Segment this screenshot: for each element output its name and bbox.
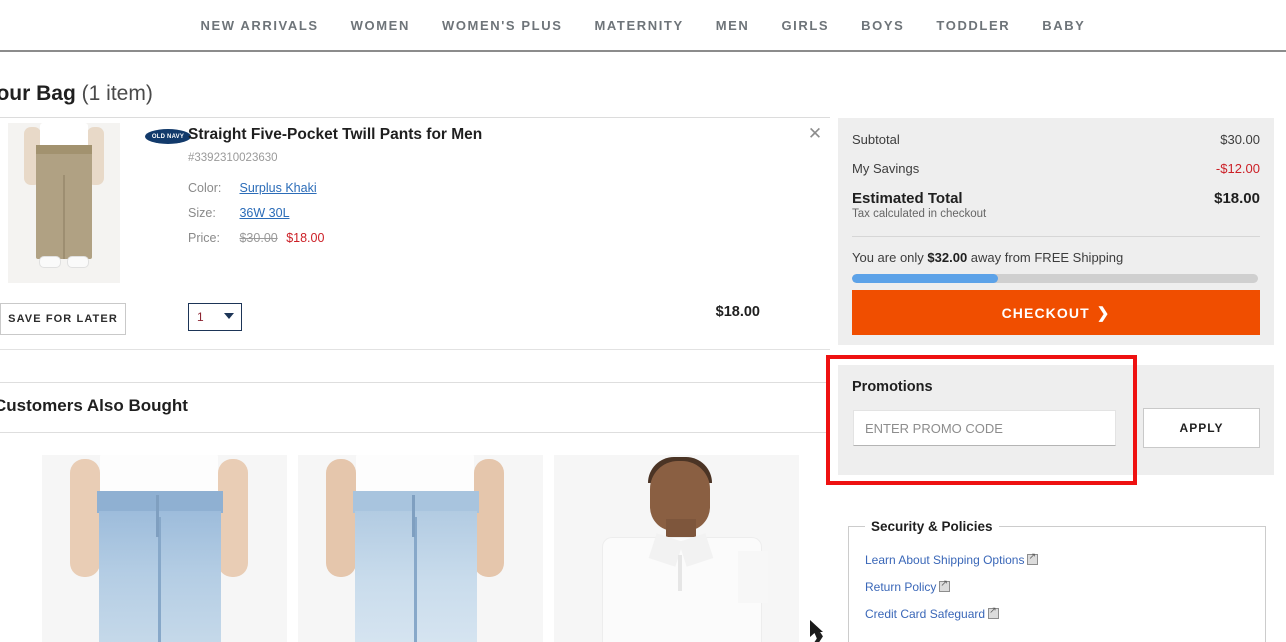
size-value-link[interactable]: 36W 30L <box>239 206 289 220</box>
model-arm-right <box>474 459 504 577</box>
summary-row-savings: My Savings -$12.00 <box>852 161 1260 176</box>
nav-item-boys[interactable]: BOYS <box>845 18 920 33</box>
bag-item-row: SAVE FOR LATER OLD NAVY Straight Five-Po… <box>0 118 830 350</box>
summary-row-total: Estimated Total $18.00 <box>852 190 1260 207</box>
estimated-total-value: $18.00 <box>1214 190 1260 207</box>
jeans-fly <box>156 495 159 537</box>
jeans-fly <box>412 495 415 537</box>
polo-sleeve <box>738 551 768 603</box>
free-shipping-message: You are only $32.00 away from FREE Shipp… <box>852 250 1260 265</box>
shipping-msg-amount: $32.00 <box>927 250 968 265</box>
shipping-options-label: Learn About Shipping Options <box>865 553 1025 567</box>
nav-item-womens-plus[interactable]: WOMEN'S PLUS <box>426 18 579 33</box>
recommendation-card[interactable] <box>554 455 799 642</box>
brand-logo-text: OLD NAVY <box>151 133 185 140</box>
subtotal-value: $30.00 <box>1220 132 1260 147</box>
summary-row-subtotal: Subtotal $30.00 <box>852 132 1260 147</box>
nav-item-maternity[interactable]: MATERNITY <box>578 18 699 33</box>
shipping-msg-pre: You are only <box>852 250 928 265</box>
estimated-total-label: Estimated Total <box>852 190 963 207</box>
save-for-later-button[interactable]: SAVE FOR LATER <box>0 303 126 335</box>
nav-item-baby[interactable]: BABY <box>1026 18 1101 33</box>
price-original: $30.00 <box>239 231 278 245</box>
subtotal-label: Subtotal <box>852 132 900 147</box>
page-title-item-count: (1 item) <box>81 82 153 105</box>
page-title-text: Your Bag <box>0 82 76 105</box>
product-price-row: Price: $30.00 $18.00 <box>188 231 324 245</box>
price-sale: $18.00 <box>286 231 325 245</box>
nav-item-women[interactable]: WOMEN <box>335 18 426 33</box>
also-bought-divider-bottom <box>0 432 830 433</box>
quantity-value: 1 <box>197 310 204 324</box>
tax-note: Tax calculated in checkout <box>852 208 987 220</box>
product-thumbnail[interactable] <box>8 123 120 283</box>
nav-item-girls[interactable]: GIRLS <box>765 18 845 33</box>
recommendation-card[interactable] <box>298 455 543 642</box>
chevron-right-icon: ❯ <box>1096 304 1111 322</box>
return-policy-label: Return Policy <box>865 580 937 594</box>
product-color-row: Color: Surplus Khaki <box>188 181 317 195</box>
shipping-msg-post: away from FREE Shipping <box>967 250 1124 265</box>
promo-code-input[interactable] <box>853 410 1116 446</box>
jeans-waistband <box>97 491 223 513</box>
old-navy-logo-icon: OLD NAVY <box>145 129 191 144</box>
free-shipping-progress-bar <box>852 274 1258 283</box>
credit-card-safeguard-label: Credit Card Safeguard <box>865 607 986 621</box>
nav-item-toddler[interactable]: TODDLER <box>920 18 1026 33</box>
page-title: Your Bag (1 item) <box>0 82 153 106</box>
model-arm-right <box>218 459 248 577</box>
link-return-policy[interactable]: Return Policy <box>865 578 1249 594</box>
chevron-down-icon <box>224 313 234 319</box>
external-link-icon <box>939 578 951 592</box>
size-label: Size: <box>188 206 216 220</box>
carousel-next-arrow-icon[interactable]: ❯ <box>810 625 832 642</box>
primary-navigation: NEW ARRIVALS WOMEN WOMEN'S PLUS MATERNIT… <box>0 0 1286 52</box>
savings-label: My Savings <box>852 161 920 176</box>
summary-divider <box>852 236 1260 237</box>
savings-value: -$12.00 <box>1215 161 1260 176</box>
external-link-icon <box>1027 551 1039 565</box>
also-bought-carousel <box>0 455 830 642</box>
security-policies-section: Security & Policies Learn About Shipping… <box>848 519 1266 642</box>
jeans-legs <box>99 511 221 642</box>
apply-promo-button[interactable]: APPLY <box>1143 408 1260 448</box>
color-value-link[interactable]: Surplus Khaki <box>239 181 316 195</box>
promotions-title: Promotions <box>852 379 933 395</box>
thumbnail-waistband <box>36 145 92 154</box>
product-size-row: Size: 36W 30L <box>188 206 290 220</box>
security-policies-legend: Security & Policies <box>871 519 993 534</box>
price-label: Price: <box>188 231 220 245</box>
link-credit-card-safeguard[interactable]: Credit Card Safeguard <box>865 605 1249 621</box>
product-name[interactable]: Straight Five-Pocket Twill Pants for Men <box>188 126 482 144</box>
model-arm-left <box>70 459 100 577</box>
polo-placket <box>678 555 682 591</box>
link-shipping-options[interactable]: Learn About Shipping Options <box>865 551 1249 567</box>
nav-item-new-arrivals[interactable]: NEW ARRIVALS <box>185 18 335 33</box>
model-arm-left <box>326 459 356 577</box>
nav-item-men[interactable]: MEN <box>700 18 766 33</box>
product-sku: #3392310023630 <box>188 152 278 164</box>
checkout-label: CHECKOUT <box>1001 304 1090 321</box>
jeans-legs <box>355 511 477 642</box>
recommendation-card[interactable] <box>42 455 287 642</box>
quantity-select[interactable]: 1 <box>188 303 242 331</box>
external-link-icon <box>988 605 1000 619</box>
item-line-total: $18.00 <box>715 304 760 320</box>
also-bought-title: Customers Also Bought <box>0 396 188 415</box>
thumbnail-shoe-left <box>39 256 61 268</box>
checkout-button[interactable]: CHECKOUT ❯ <box>852 290 1260 335</box>
also-bought-divider-top <box>0 382 830 383</box>
jeans-waistband <box>353 491 479 513</box>
remove-item-close-icon[interactable]: ✕ <box>805 125 825 145</box>
page-root: NEW ARRIVALS WOMEN WOMEN'S PLUS MATERNIT… <box>0 0 1286 642</box>
color-label: Color: <box>188 181 222 195</box>
thumbnail-shoe-right <box>67 256 89 268</box>
thumbnail-khaki-pants <box>36 145 92 259</box>
nav-list: NEW ARRIVALS WOMEN WOMEN'S PLUS MATERNIT… <box>0 0 1286 50</box>
progress-bar-fill <box>852 274 999 283</box>
